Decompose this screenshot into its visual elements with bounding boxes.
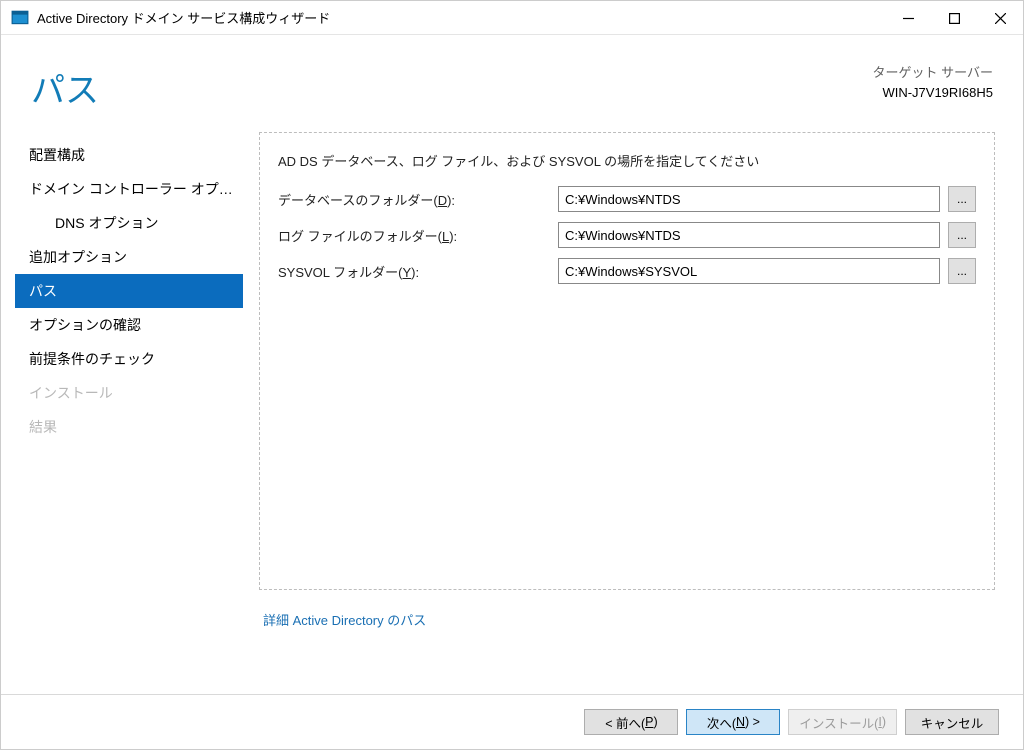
header: パス ターゲット サーバー WIN-J7V19RI68H5 [1,35,1023,122]
field-row-log-folder: ログ ファイルのフォルダー(L):... [278,222,976,248]
sidebar: 配置構成ドメイン コントローラー オプシ...DNS オプション追加オプションパ… [15,132,243,694]
sysvol-folder-label: SYSVOL フォルダー(Y): [278,262,558,281]
next-button[interactable]: 次へ(N) > [686,709,780,735]
maximize-button[interactable] [931,1,977,35]
prev-button[interactable]: < 前へ(P) [584,709,678,735]
page-title: パス [31,63,873,112]
instruction-text: AD DS データベース、ログ ファイル、および SYSVOL の場所を指定して… [278,151,976,170]
database-folder-label: データベースのフォルダー(D): [278,190,558,209]
field-row-sysvol-folder: SYSVOL フォルダー(Y):... [278,258,976,284]
sidebar-item-8: 結果 [15,410,243,444]
wizard-window: Active Directory ドメイン サービス構成ウィザード パス ターゲ… [0,0,1024,750]
sidebar-item-7: インストール [15,376,243,410]
log-folder-label: ログ ファイルのフォルダー(L): [278,226,558,245]
database-folder-browse-button[interactable]: ... [948,186,976,212]
window-title: Active Directory ドメイン サービス構成ウィザード [37,8,885,27]
log-folder-input[interactable] [558,222,940,248]
minimize-button[interactable] [885,1,931,35]
cancel-button[interactable]: キャンセル [905,709,999,735]
target-server-name: WIN-J7V19RI68H5 [873,83,993,103]
close-button[interactable] [977,1,1023,35]
log-folder-browse-button[interactable]: ... [948,222,976,248]
titlebar: Active Directory ドメイン サービス構成ウィザード [1,1,1023,35]
sidebar-item-6[interactable]: 前提条件のチェック [15,342,243,376]
sidebar-item-5[interactable]: オプションの確認 [15,308,243,342]
database-folder-input[interactable] [558,186,940,212]
paths-panel: AD DS データベース、ログ ファイル、および SYSVOL の場所を指定して… [259,132,995,590]
field-row-database-folder: データベースのフォルダー(D):... [278,186,976,212]
main-area: AD DS データベース、ログ ファイル、および SYSVOL の場所を指定して… [259,132,1009,694]
sysvol-folder-input[interactable] [558,258,940,284]
body: 配置構成ドメイン コントローラー オプシ...DNS オプション追加オプションパ… [1,122,1023,694]
install-button: インストール(I) [788,709,897,735]
sidebar-item-2[interactable]: DNS オプション [15,206,243,240]
target-server-label: ターゲット サーバー [873,63,993,83]
sidebar-item-4[interactable]: パス [15,274,243,308]
sidebar-item-0[interactable]: 配置構成 [15,138,243,172]
footer: < 前へ(P) 次へ(N) > インストール(I) キャンセル [1,694,1023,749]
sidebar-item-3[interactable]: 追加オプション [15,240,243,274]
window-controls [885,1,1023,34]
app-icon [11,9,29,27]
target-server-block: ターゲット サーバー WIN-J7V19RI68H5 [873,63,993,102]
more-info-link[interactable]: 詳細 Active Directory のパス [263,610,995,629]
sidebar-item-1[interactable]: ドメイン コントローラー オプシ... [15,172,243,206]
sysvol-folder-browse-button[interactable]: ... [948,258,976,284]
